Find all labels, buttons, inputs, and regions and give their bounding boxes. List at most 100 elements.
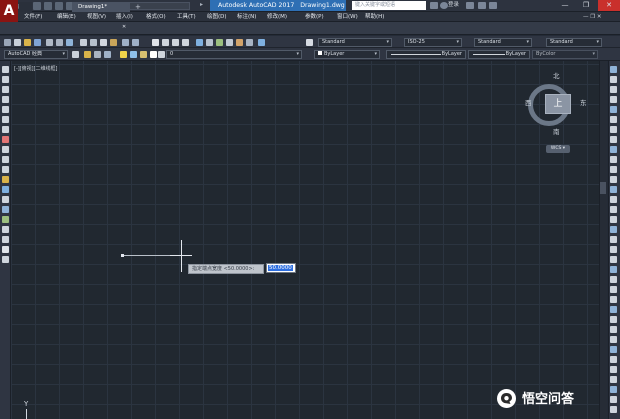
calculator-icon[interactable] <box>246 39 253 46</box>
markup-icon[interactable] <box>236 39 243 46</box>
make-block-icon[interactable] <box>2 186 9 193</box>
layer-properties-icon[interactable] <box>84 51 91 58</box>
menu-item[interactable]: 帮助(H) <box>365 12 384 22</box>
zoom-previous-icon[interactable] <box>182 39 189 46</box>
inspection-icon[interactable] <box>610 386 617 393</box>
compass-south-label[interactable]: 南 <box>553 126 560 136</box>
join-icon[interactable] <box>610 196 617 203</box>
viewcube-top-face[interactable]: 上 <box>545 94 571 114</box>
arc-icon[interactable] <box>2 116 9 123</box>
design-center-icon[interactable] <box>206 39 213 46</box>
rectangle-icon[interactable] <box>2 106 9 113</box>
help-icon[interactable] <box>478 2 486 9</box>
paste-icon[interactable] <box>100 39 107 46</box>
polyline-icon[interactable] <box>2 86 9 93</box>
exchange-icon[interactable] <box>466 2 474 9</box>
circle-icon[interactable] <box>2 126 9 133</box>
ellipse-icon[interactable] <box>2 156 9 163</box>
stretch-icon[interactable] <box>610 146 617 153</box>
tolerance-icon[interactable] <box>610 366 617 373</box>
document-window-controls[interactable]: — ❐ ✕ <box>583 12 602 22</box>
plot-style-dropdown[interactable]: ByColor ▾ <box>532 50 598 59</box>
open-file-icon[interactable] <box>33 2 41 10</box>
rotate-icon[interactable] <box>610 126 617 133</box>
multileader-style-dropdown[interactable]: Standard ▾ <box>546 38 602 47</box>
polygon-icon[interactable] <box>2 96 9 103</box>
new-icon[interactable] <box>4 39 11 46</box>
dim-ordinate-icon[interactable] <box>610 266 617 273</box>
menu-item[interactable]: 插入(I) <box>116 12 133 22</box>
wcs-menu-button[interactable]: WCS ▾ <box>546 145 570 153</box>
linetype-dropdown[interactable]: ByLayer <box>386 50 466 59</box>
scale-icon[interactable] <box>610 136 617 143</box>
dim-edit-icon[interactable] <box>610 406 617 413</box>
make-current-icon[interactable] <box>158 51 165 58</box>
erase-icon[interactable] <box>610 66 617 73</box>
vertical-scrollbar[interactable] <box>599 61 607 419</box>
layer-color-icon[interactable] <box>150 51 157 58</box>
compass-east-label[interactable]: 东 <box>580 97 587 107</box>
revision-cloud-icon[interactable] <box>2 136 9 143</box>
layer-state-icon[interactable] <box>104 51 111 58</box>
save-icon[interactable] <box>44 2 52 10</box>
center-mark-icon[interactable] <box>610 376 617 383</box>
cut-icon[interactable] <box>80 39 87 46</box>
trim-icon[interactable] <box>610 156 617 163</box>
menu-item[interactable]: 绘图(D) <box>207 12 227 22</box>
open-icon[interactable] <box>24 39 31 46</box>
sheet-set-icon[interactable] <box>226 39 233 46</box>
search-icon[interactable] <box>430 2 438 9</box>
add-selected-icon[interactable] <box>2 256 9 263</box>
help-icon[interactable] <box>258 39 265 46</box>
dim-radius-icon[interactable] <box>610 276 617 283</box>
layer-previous-icon[interactable] <box>94 51 101 58</box>
drawing-canvas[interactable] <box>11 61 599 419</box>
layer-freeze-icon[interactable] <box>130 51 137 58</box>
menu-item[interactable]: 编辑(E) <box>57 12 76 22</box>
copy-icon[interactable] <box>90 39 97 46</box>
break-at-point-icon[interactable] <box>610 176 617 183</box>
construction-line-icon[interactable] <box>2 76 9 83</box>
copy-object-icon[interactable] <box>610 76 617 83</box>
dimension-style-dropdown[interactable]: ISO-25 ▾ <box>404 38 462 47</box>
menu-item[interactable]: 修改(M) <box>267 12 287 22</box>
layer-on-icon[interactable] <box>120 51 127 58</box>
zoom-window-icon[interactable] <box>172 39 179 46</box>
quick-dim-icon[interactable] <box>610 316 617 323</box>
gradient-icon[interactable] <box>2 216 9 223</box>
new-tab-button[interactable]: + <box>134 2 142 12</box>
user-icon[interactable] <box>440 2 448 9</box>
application-menu-button[interactable]: A <box>0 0 18 22</box>
undo-icon[interactable] <box>122 39 129 46</box>
dynamic-input-value[interactable]: 50.0000 <box>268 265 293 271</box>
save-as-icon[interactable] <box>55 2 63 10</box>
zoom-realtime-icon[interactable] <box>162 39 169 46</box>
multiline-text-icon[interactable] <box>2 246 9 253</box>
preview-icon[interactable] <box>56 39 63 46</box>
dim-angular-icon[interactable] <box>610 306 617 313</box>
fillet-icon[interactable] <box>610 216 617 223</box>
chamfer-icon[interactable] <box>610 206 617 213</box>
dim-arc-icon[interactable] <box>610 256 617 263</box>
search-input[interactable]: 键入关键字或短语 <box>352 1 426 10</box>
ellipse-arc-icon[interactable] <box>2 166 9 173</box>
workspace-settings-icon[interactable] <box>72 51 79 58</box>
insert-block-icon[interactable] <box>2 176 9 183</box>
dim-jogged-icon[interactable] <box>610 286 617 293</box>
viewport-controls[interactable]: [-][俯视][二维线框] <box>14 65 58 72</box>
dynamic-input-field[interactable]: 50.0000 <box>266 263 296 273</box>
layer-lock-icon[interactable] <box>140 51 147 58</box>
line-icon[interactable] <box>2 66 9 73</box>
table-style-dropdown[interactable]: Standard ▾ <box>474 38 532 47</box>
text-style-icon[interactable] <box>306 39 313 46</box>
qnew-icon[interactable] <box>14 39 21 46</box>
menu-item[interactable]: 格式(O) <box>146 12 166 22</box>
menu-item[interactable]: 窗口(W) <box>337 12 358 22</box>
dim-aligned-icon[interactable] <box>610 246 617 253</box>
redo-icon[interactable] <box>132 39 139 46</box>
menu-item[interactable]: 视图(V) <box>87 12 106 22</box>
array-icon[interactable] <box>610 106 617 113</box>
minimize-button[interactable]: — <box>555 0 575 11</box>
extend-icon[interactable] <box>610 166 617 173</box>
lineweight-dropdown[interactable]: ByLayer <box>468 50 530 59</box>
